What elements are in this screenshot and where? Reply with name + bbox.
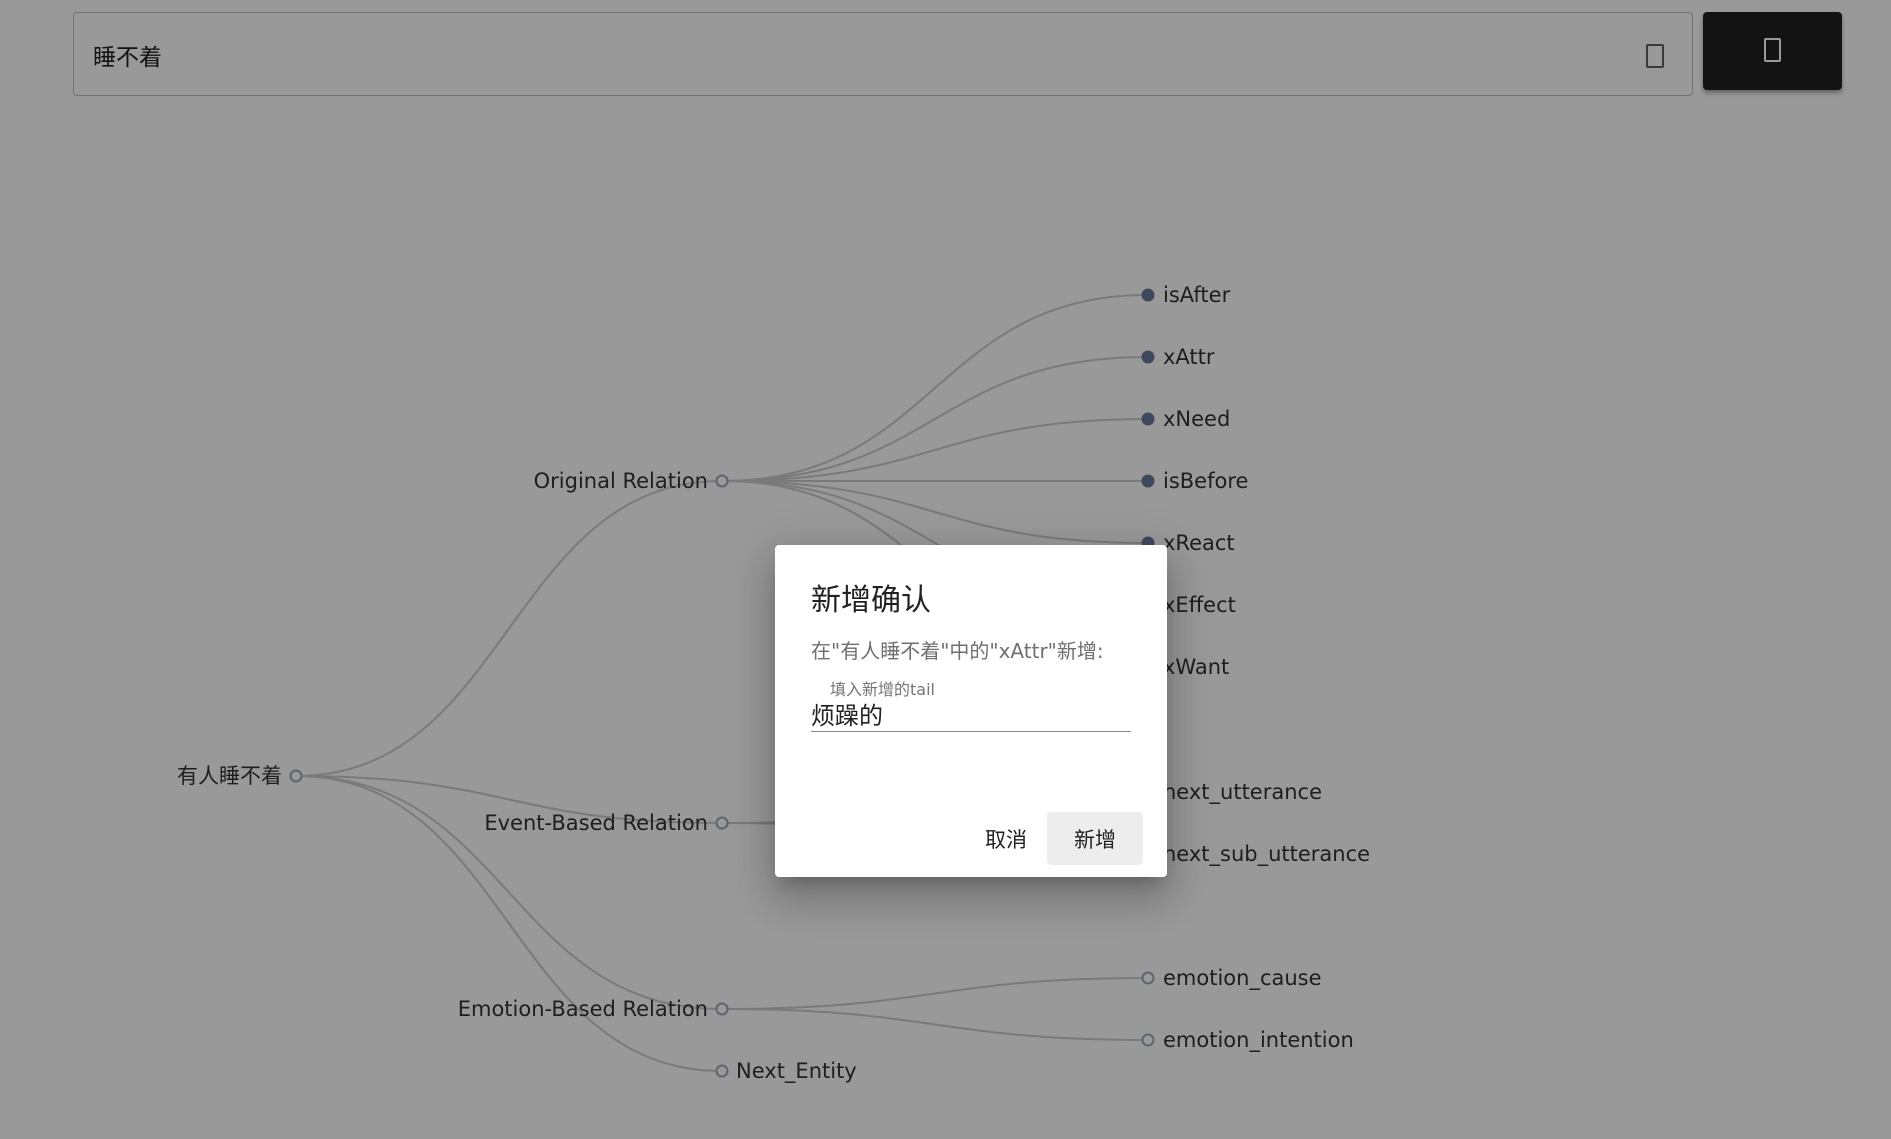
app-root: 有人睡不着Original RelationisAfterxAttrxNeedi…	[0, 0, 1891, 1139]
add-confirm-dialog: 新增确认 在"有人睡不着"中的"xAttr"新增: 填入新增的tail 取消 新…	[775, 545, 1167, 877]
tail-input[interactable]	[811, 695, 1131, 732]
add-button[interactable]: 新增	[1047, 812, 1143, 865]
dialog-message: 在"有人睡不着"中的"xAttr"新增:	[811, 639, 1104, 663]
dialog-title: 新增确认	[811, 583, 931, 618]
cancel-button[interactable]: 取消	[965, 812, 1047, 865]
